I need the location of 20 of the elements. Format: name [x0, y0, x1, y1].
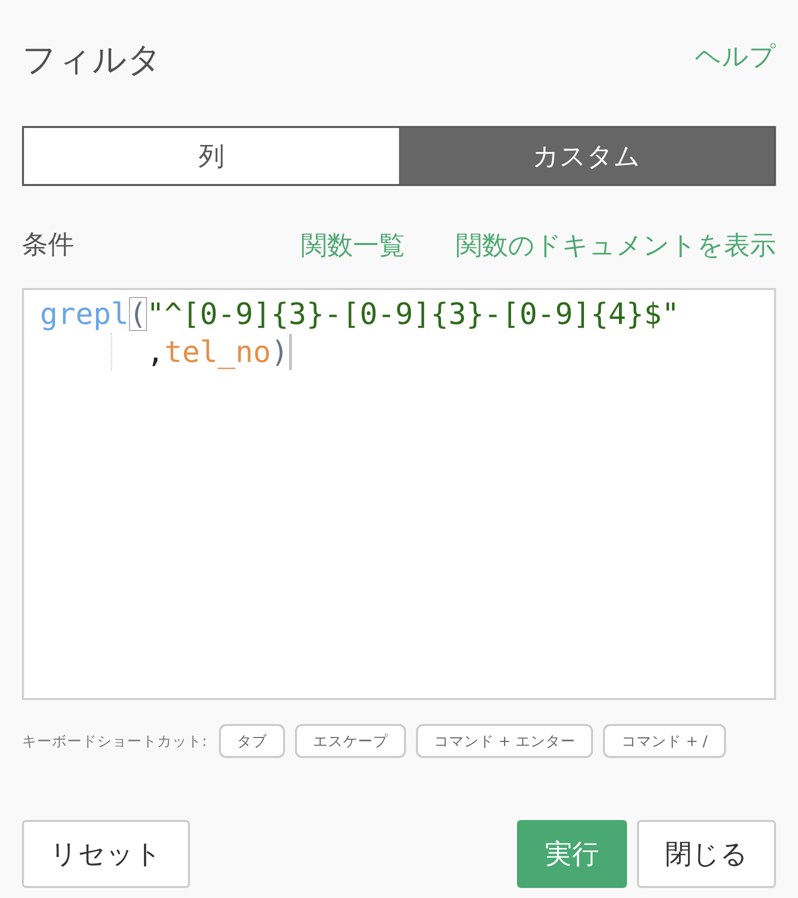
string-literal: "^[0-9]{3}-[0-9]{3}-[0-9]{4}$" — [146, 296, 680, 333]
shortcut-label: キーボードショートカット: — [22, 732, 207, 750]
reset-button[interactable]: リセット — [22, 820, 190, 888]
indent-guide — [111, 333, 112, 371]
tab[interactable]: 列 — [24, 128, 399, 184]
tab[interactable]: カスタム — [399, 128, 774, 184]
shortcut-key: コマンド + / — [603, 724, 726, 758]
shortcut-key: タブ — [218, 724, 285, 758]
shortcut-key: エスケープ — [294, 724, 406, 758]
variable-name: tel_no — [164, 334, 271, 371]
comma: , — [146, 334, 164, 371]
bracket: ( — [128, 297, 147, 331]
dialog-title: フィルタ — [22, 39, 162, 82]
function-name: grepl — [40, 296, 129, 333]
condition-label: 条件 — [22, 229, 74, 262]
code-editor[interactable]: grepl("^[0-9]{3}-[0-9]{3}-[0-9]{4}$" ,tel_no) — [22, 288, 776, 700]
shortcut-key: コマンド + エンター — [416, 724, 594, 758]
close-button[interactable]: 閉じる — [637, 820, 776, 888]
bracket: ) — [270, 334, 289, 371]
run-button[interactable]: 実行 — [517, 820, 627, 888]
